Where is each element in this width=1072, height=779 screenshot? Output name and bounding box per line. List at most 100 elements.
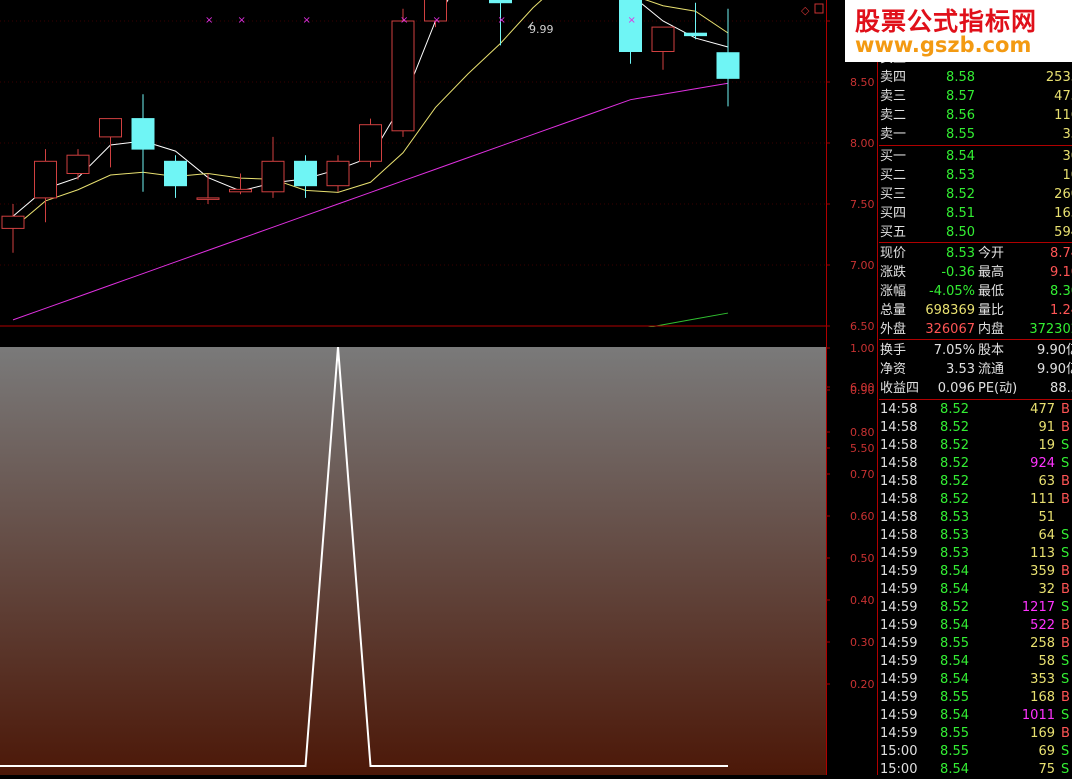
tick-side: S bbox=[1061, 600, 1070, 615]
price-axis-tick: 7.00 bbox=[850, 259, 875, 272]
tick-side: S bbox=[1061, 528, 1070, 543]
bid-volume: 10 bbox=[1062, 168, 1072, 183]
quote-row: 卖四 8.58 2533 bbox=[879, 68, 1072, 87]
quote-row: 总量698369量比1.24 bbox=[880, 303, 1072, 318]
tick-volume: 111 bbox=[1030, 492, 1055, 507]
ask-price: 8.57 bbox=[946, 89, 975, 104]
quote-row: 14:59 8.54 1011 S bbox=[879, 707, 1072, 725]
signal-mark: × bbox=[303, 15, 311, 26]
signal-mark: × bbox=[628, 15, 636, 26]
tick-volume: 353 bbox=[1030, 672, 1055, 687]
tick-side: S bbox=[1061, 708, 1070, 723]
tick-side: S bbox=[1061, 762, 1070, 775]
indicator-axis-tick: 0.50 bbox=[850, 552, 875, 565]
tick-volume: 477 bbox=[1030, 402, 1055, 417]
indicator-panel[interactable] bbox=[0, 346, 826, 775]
quote-row: 14:59 8.55 168 B bbox=[879, 689, 1072, 707]
tick-volume: 113 bbox=[1030, 546, 1055, 561]
quote-row: 换手7.05%股本9.90亿 bbox=[880, 343, 1072, 358]
tick-volume: 924 bbox=[1030, 456, 1055, 471]
tick-price: 8.54 bbox=[940, 618, 969, 633]
tick-price: 8.55 bbox=[940, 636, 969, 651]
quote-row: 涨幅-4.05%最低8.30 bbox=[880, 284, 1072, 299]
price-axis-tick: 7.50 bbox=[850, 198, 875, 211]
price-axis-tick: 5.50 bbox=[850, 442, 875, 455]
bid-label: 买二 bbox=[880, 168, 907, 183]
quote-row: 14:59 8.54 353 S bbox=[879, 671, 1072, 689]
tick-side: B bbox=[1061, 402, 1070, 417]
bid-price: 8.54 bbox=[946, 149, 975, 164]
site-watermark-logo: 股票公式指标网 www.gszb.com bbox=[845, 0, 1072, 62]
bid-price: 8.53 bbox=[946, 168, 975, 183]
tick-price: 8.54 bbox=[940, 708, 969, 723]
tick-price: 8.55 bbox=[940, 690, 969, 705]
quote-row: 14:58 8.53 64 S bbox=[879, 527, 1072, 545]
indicator-line bbox=[0, 346, 728, 767]
tick-volume: 75 bbox=[1038, 762, 1055, 775]
quote-row: 现价8.53今开8.74 bbox=[880, 246, 1072, 261]
quote-row: 卖一 8.55 35 bbox=[879, 125, 1072, 144]
tick-price: 8.54 bbox=[940, 762, 969, 775]
quote-row: 收益四0.096PE(动)88.5 bbox=[880, 381, 1072, 396]
quote-row: 买五 8.50 594 bbox=[879, 223, 1072, 242]
quote-row: 14:58 8.52 63 B bbox=[879, 473, 1072, 491]
tick-volume: 1011 bbox=[1021, 708, 1055, 723]
ask-label: 卖三 bbox=[880, 89, 907, 104]
price-axis-tick: 6.50 bbox=[850, 320, 875, 333]
quote-row: 14:59 8.54 359 B bbox=[879, 563, 1072, 581]
candle bbox=[359, 118, 382, 168]
ask-volume: 116 bbox=[1054, 108, 1072, 123]
signal-mark: × bbox=[205, 15, 213, 26]
tick-price: 8.52 bbox=[940, 474, 969, 489]
signal-mark: × bbox=[498, 15, 506, 26]
price-axis-tick: 8.50 bbox=[850, 76, 875, 89]
quote-row: 净资3.53流通9.90亿 bbox=[880, 362, 1072, 377]
tick-side: S bbox=[1061, 654, 1070, 669]
quote-row: 14:59 8.55 169 B bbox=[879, 725, 1072, 743]
tick-price: 8.53 bbox=[940, 528, 969, 543]
bid-price: 8.50 bbox=[946, 225, 975, 240]
quote-row: 14:58 8.52 19 S bbox=[879, 437, 1072, 455]
quote-row: 14:59 8.54 522 B bbox=[879, 617, 1072, 635]
tick-volume: 91 bbox=[1038, 420, 1055, 435]
tick-side: B bbox=[1061, 618, 1070, 633]
bid-price: 8.51 bbox=[946, 206, 975, 221]
tick-volume: 51 bbox=[1038, 510, 1055, 525]
indicator-axis-tick: 0.60 bbox=[850, 510, 875, 523]
tick-price: 8.53 bbox=[940, 510, 969, 525]
indicator-axis-tick: 0.90 bbox=[850, 384, 875, 397]
kline-chart[interactable]: × × × × × × × 9.99 ◇ bbox=[0, 0, 826, 327]
quote-row: 14:59 8.55 258 B bbox=[879, 635, 1072, 653]
bid-volume: 30 bbox=[1062, 149, 1072, 164]
signal-mark: × bbox=[433, 15, 441, 26]
tick-price: 8.52 bbox=[940, 492, 969, 507]
ask-price: 8.58 bbox=[946, 70, 975, 85]
tick-price: 8.55 bbox=[940, 726, 969, 741]
bid-price: 8.52 bbox=[946, 187, 975, 202]
ask-label: 卖一 bbox=[880, 127, 907, 142]
quote-row: 买一 8.54 30 bbox=[879, 147, 1072, 166]
high-price-label: 9.99 bbox=[529, 23, 554, 36]
ask-volume: 35 bbox=[1062, 127, 1072, 142]
quote-row: 买二 8.53 10 bbox=[879, 166, 1072, 185]
tick-volume: 69 bbox=[1038, 744, 1055, 759]
tick-side: B bbox=[1061, 690, 1070, 705]
quote-row: 外盘326067内盘372302 bbox=[880, 322, 1072, 337]
diamond-icon[interactable]: ◇ bbox=[801, 4, 810, 17]
price-axis: 9.509.008.508.007.507.006.506.005.50 1.0… bbox=[826, 0, 878, 775]
tick-price: 8.54 bbox=[940, 582, 969, 597]
tick-price: 8.53 bbox=[940, 546, 969, 561]
quote-row: 涨跌-0.36最高9.10 bbox=[880, 265, 1072, 280]
tick-volume: 168 bbox=[1030, 690, 1055, 705]
quote-row: 买四 8.51 163 bbox=[879, 204, 1072, 223]
tick-side: B bbox=[1061, 564, 1070, 579]
bid-label: 买一 bbox=[880, 149, 907, 164]
signal-mark: × bbox=[400, 15, 408, 26]
tick-price: 8.54 bbox=[940, 654, 969, 669]
indicator-axis-tick: 0.80 bbox=[850, 426, 875, 439]
tick-volume: 258 bbox=[1030, 636, 1055, 651]
quote-row: 15:00 8.54 75 S bbox=[879, 761, 1072, 775]
tick-price: 8.52 bbox=[940, 600, 969, 615]
ask-label: 卖二 bbox=[880, 108, 907, 123]
quote-row: 14:59 8.53 113 S bbox=[879, 545, 1072, 563]
